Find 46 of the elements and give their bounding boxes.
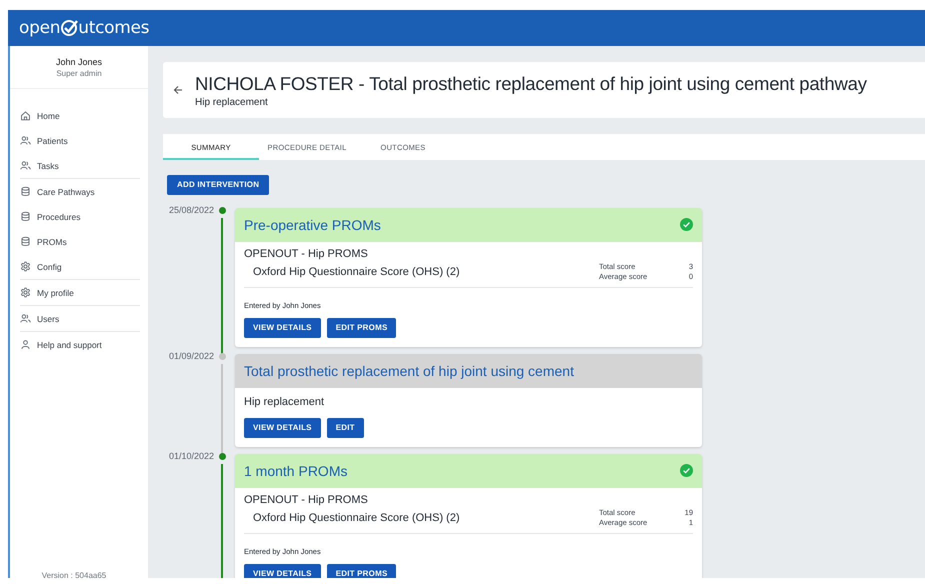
page-title: NICHOLA FOSTER - Total prosthetic replacement of hip joint using cement pathway — [195, 72, 867, 94]
nav-item[interactable]: Home — [20, 103, 140, 128]
database-icon — [20, 211, 31, 222]
nav-item[interactable]: PROMs — [20, 229, 140, 254]
nav-item[interactable]: Tasks — [20, 153, 140, 178]
settings-icon — [20, 261, 31, 272]
person-icon — [20, 339, 31, 350]
action-button[interactable]: VIEW DETAILS — [244, 418, 321, 438]
user-role: Super admin — [56, 69, 102, 78]
home-icon — [20, 110, 31, 121]
page-subtitle: Hip replacement — [195, 96, 269, 108]
people-icon — [20, 135, 31, 146]
action-button[interactable]: EDIT — [326, 418, 364, 438]
settings-icon — [20, 287, 31, 298]
version-label: Version : 504aa65 — [40, 570, 108, 578]
add-intervention-button[interactable]: ADD INTERVENTION — [167, 174, 270, 194]
date-label: 25/08/2022 — [168, 206, 214, 214]
back-arrow-icon — [173, 85, 183, 95]
user-name: John Jones — [56, 57, 102, 67]
card-title: Pre-operative PROMs — [244, 216, 381, 232]
questionnaire-name: Oxford Hip Questionnaire Score (OHS) (2) — [252, 510, 460, 526]
check-circle-icon — [60, 19, 78, 37]
nav-item[interactable]: Config — [20, 254, 140, 279]
form-name: OPENOUT - Hip PROMS — [244, 248, 369, 260]
date-label: 01/10/2022 — [168, 452, 214, 460]
form-name: OPENOUT - Hip PROMS — [244, 494, 369, 506]
card-title: 1 month PROMs — [244, 462, 348, 478]
nav-item[interactable]: Care Pathways — [20, 179, 140, 204]
nav-item[interactable]: Procedures — [20, 204, 140, 229]
date-label: 01/09/2022 — [168, 352, 214, 360]
action-button[interactable]: EDIT PROMS — [326, 564, 396, 578]
nav-item[interactable]: Patients — [20, 128, 140, 153]
database-icon — [20, 186, 31, 197]
action-button[interactable]: VIEW DETAILS — [244, 564, 321, 578]
action-button[interactable]: VIEW DETAILS — [244, 318, 321, 338]
questionnaire-name: Oxford Hip Questionnaire Score (OHS) (2) — [252, 264, 460, 280]
procedure-description: Hip replacement — [244, 396, 326, 408]
nav-item[interactable]: My profile — [20, 280, 140, 305]
people-icon — [20, 160, 31, 171]
database-icon — [20, 236, 31, 247]
nav-item[interactable]: Users — [20, 306, 140, 331]
card-title: Total prosthetic replacement of hip joint using cement — [244, 362, 574, 378]
action-button[interactable]: EDIT PROMS — [326, 318, 396, 338]
people-icon — [20, 313, 31, 324]
app-logo: open utcomes — [19, 18, 150, 38]
nav-item[interactable]: Help and support — [20, 332, 140, 357]
